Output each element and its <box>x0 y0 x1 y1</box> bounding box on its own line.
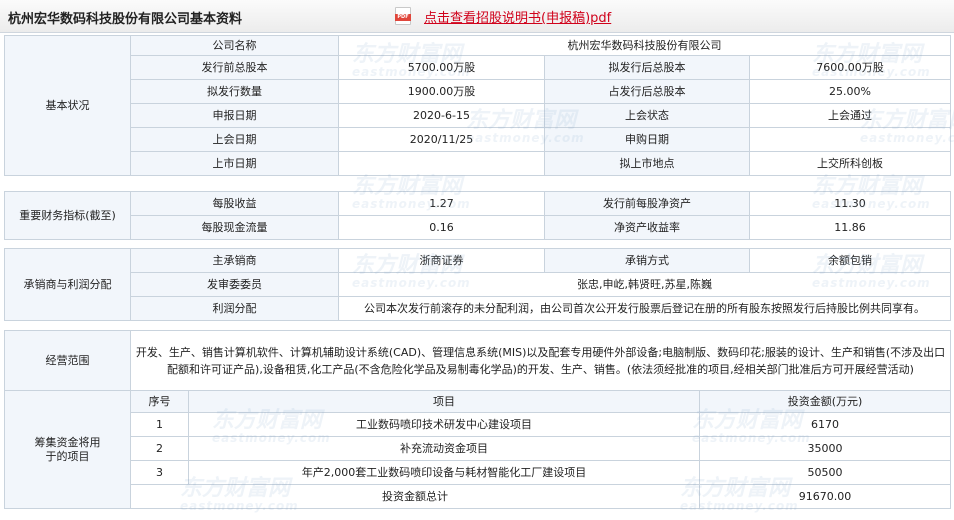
issue-qty-label: 拟发行数量 <box>130 79 339 104</box>
table-row: 3 年产2,000套工业数码喷印设备与耗材智能化工厂建设项目 50500 <box>5 460 952 485</box>
project-name: 工业数码喷印技术研发中心建设项目 <box>188 412 700 437</box>
post-total-shares-label: 拟发行后总股本 <box>544 55 750 80</box>
prospectus-pdf-link[interactable]: 点击查看招股说明书(申报稿)pdf <box>424 7 611 26</box>
pdf-icon-label: PDF <box>395 14 411 21</box>
page-title: 杭州宏华数码科技股份有限公司基本资料 <box>8 12 243 27</box>
nav-label: 发行前每股净资产 <box>544 191 750 216</box>
meeting-status-value: 上会通过 <box>749 103 951 128</box>
section-projects-label: 筹集资金将用于的项目 <box>34 435 101 463</box>
section-scope: 经营范围 <box>4 330 131 391</box>
total-value: 91670.00 <box>698 484 952 509</box>
subscribe-date-label: 申购日期 <box>544 127 750 152</box>
meeting-date-label: 上会日期 <box>130 127 339 152</box>
total-label: 投资金额总计 <box>130 484 700 509</box>
col-project-header: 项目 <box>188 390 700 413</box>
pre-total-shares-label: 发行前总股本 <box>130 55 339 80</box>
project-no: 2 <box>130 436 189 461</box>
section-finance: 重要财务指标(截至) <box>4 191 131 240</box>
issue-qty-value: 1900.00万股 <box>338 79 545 104</box>
nav-value: 11.30 <box>749 191 951 216</box>
underwriting-method-label: 承销方式 <box>544 248 750 273</box>
listing-place-value: 上交所科创板 <box>749 151 951 176</box>
company-name-label: 公司名称 <box>130 35 339 56</box>
basic-info-table: 基本状况 公司名称 杭州宏华数码科技股份有限公司 发行前总股本 5700.00万… <box>4 35 951 176</box>
apply-date-label: 申报日期 <box>130 103 339 128</box>
cfps-label: 每股现金流量 <box>130 215 339 240</box>
col-amount-header: 投资金额(万元) <box>698 390 952 413</box>
apply-date-value: 2020-6-15 <box>338 103 545 128</box>
profit-distribution-value: 公司本次发行前滚存的未分配利润，由公司首次公开发行股票后登记在册的所有股东按照发… <box>338 296 951 321</box>
lead-underwriter-value: 浙商证券 <box>338 248 545 273</box>
project-name: 年产2,000套工业数码喷印设备与耗材智能化工厂建设项目 <box>188 460 700 485</box>
pdf-icon[interactable]: PDF <box>395 7 411 25</box>
section-projects: 筹集资金将用于的项目 <box>4 390 131 509</box>
table-row-total: 投资金额总计 91670.00 <box>5 484 952 509</box>
section-underwriting: 承销商与利润分配 <box>4 248 131 321</box>
lead-underwriter-label: 主承销商 <box>130 248 339 273</box>
company-name-value: 杭州宏华数码科技股份有限公司 <box>338 35 951 56</box>
committee-value: 张忠,申屹,韩贤旺,苏星,陈巍 <box>338 272 951 297</box>
pre-total-shares-value: 5700.00万股 <box>338 55 545 80</box>
eps-label: 每股收益 <box>130 191 339 216</box>
project-no: 3 <box>130 460 189 485</box>
project-amount: 50500 <box>698 460 952 485</box>
eps-value: 1.27 <box>338 191 545 216</box>
table-row: 2 补充流动资金项目 35000 <box>5 436 952 461</box>
subscribe-date-value <box>749 127 951 152</box>
listing-date-label: 上市日期 <box>130 151 339 176</box>
listing-place-label: 拟上市地点 <box>544 151 750 176</box>
meeting-date-value: 2020/11/25 <box>338 127 545 152</box>
post-total-shares-value: 7600.00万股 <box>749 55 951 80</box>
business-scope-text: 开发、生产、销售计算机软件、计算机辅助设计系统(CAD)、管理信息系统(MIS)… <box>129 330 952 391</box>
listing-date-value <box>338 151 545 176</box>
col-no-header: 序号 <box>130 390 189 413</box>
section-basic: 基本状况 <box>4 35 131 176</box>
project-amount: 6170 <box>698 412 952 437</box>
table-row: 1 工业数码喷印技术研发中心建设项目 6170 <box>5 412 952 437</box>
underwriting-table: 承销商与利润分配 主承销商 浙商证券 承销方式 余额包销 发审委委员 张忠,申屹… <box>4 248 951 321</box>
project-name: 补充流动资金项目 <box>188 436 700 461</box>
issue-ratio-label: 占发行后总股本 <box>544 79 750 104</box>
meeting-status-label: 上会状态 <box>544 103 750 128</box>
underwriting-method-value: 余额包销 <box>749 248 951 273</box>
project-no: 1 <box>130 412 189 437</box>
roe-label: 净资产收益率 <box>544 215 750 240</box>
scope-projects-table: 经营范围 开发、生产、销售计算机软件、计算机辅助设计系统(CAD)、管理信息系统… <box>4 330 952 509</box>
page-header: 杭州宏华数码科技股份有限公司基本资料 PDF 点击查看招股说明书(申报稿)pdf <box>0 0 954 33</box>
project-amount: 35000 <box>698 436 952 461</box>
finance-table: 重要财务指标(截至) 每股收益 1.27 发行前每股净资产 11.30 每股现金… <box>4 191 951 240</box>
profit-distribution-label: 利润分配 <box>130 296 339 321</box>
committee-label: 发审委委员 <box>130 272 339 297</box>
cfps-value: 0.16 <box>338 215 545 240</box>
issue-ratio-value: 25.00% <box>749 79 951 104</box>
roe-value: 11.86 <box>749 215 951 240</box>
